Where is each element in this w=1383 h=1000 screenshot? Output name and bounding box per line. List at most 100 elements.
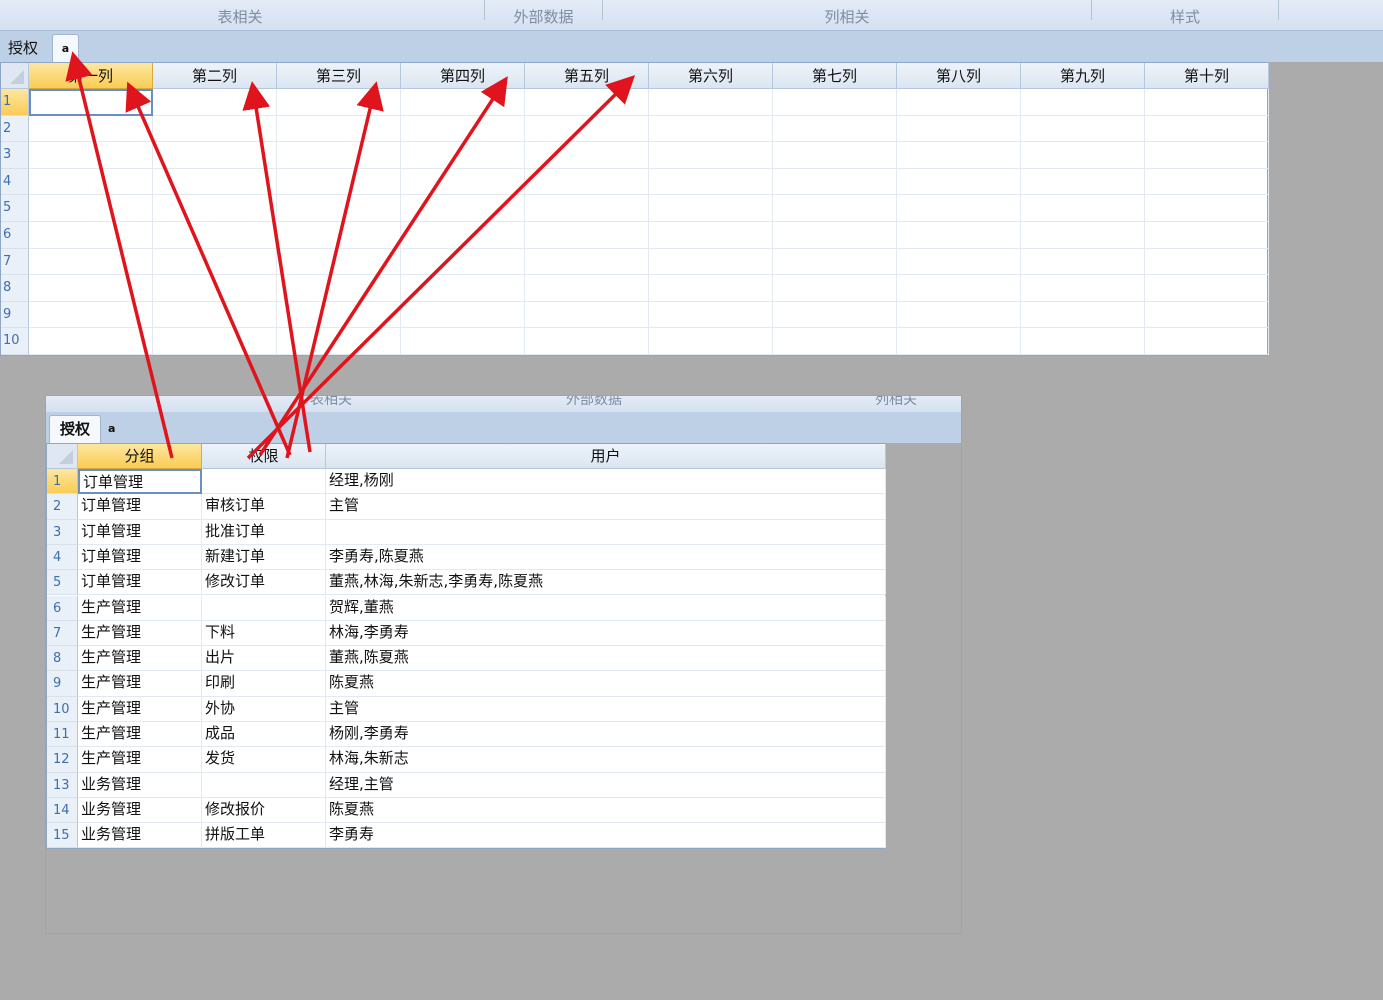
grid-cell[interactable]: [401, 222, 525, 249]
grid-cell[interactable]: [277, 89, 401, 116]
grid-cell[interactable]: [525, 328, 649, 355]
grid-cell[interactable]: [153, 328, 277, 355]
grid-cell[interactable]: [29, 222, 153, 249]
grid-cell[interactable]: [897, 142, 1021, 169]
grid-cell[interactable]: [649, 168, 773, 196]
grid-cell[interactable]: [897, 301, 1021, 329]
window2-tab-auth[interactable]: 授权: [49, 415, 101, 443]
row-header[interactable]: 9: [1, 301, 29, 329]
auth-row-header[interactable]: 10: [47, 696, 78, 722]
grid-cell[interactable]: [1021, 115, 1145, 143]
grid-cell[interactable]: [1021, 195, 1145, 222]
grid-cell[interactable]: [525, 248, 649, 276]
grid-cell[interactable]: [277, 115, 401, 143]
column-header[interactable]: 第四列: [401, 63, 525, 89]
window2-tab-a[interactable]: a: [108, 415, 115, 443]
grid-cell[interactable]: [773, 275, 897, 302]
auth-cell-group[interactable]: 生产管理: [78, 722, 202, 748]
grid-cell[interactable]: [1021, 168, 1145, 196]
auth-cell-group[interactable]: 生产管理: [78, 646, 202, 672]
auth-cell-group[interactable]: 生产管理: [78, 671, 202, 697]
grid-cell[interactable]: [401, 195, 525, 222]
grid-cell[interactable]: [1021, 328, 1145, 355]
grid-cell[interactable]: [649, 248, 773, 276]
auth-cell-users[interactable]: [326, 519, 886, 545]
auth-cell-perm[interactable]: 发货: [202, 747, 326, 773]
window2-ribbon-group-external-data[interactable]: 外部数据: [534, 396, 654, 412]
grid-cell[interactable]: [29, 115, 153, 143]
grid-cell[interactable]: [649, 195, 773, 222]
grid-cell[interactable]: [897, 195, 1021, 222]
auth-row-header[interactable]: 2: [47, 494, 78, 520]
grid-cell[interactable]: [897, 328, 1021, 355]
grid-cell[interactable]: [525, 89, 649, 116]
ribbon-group-table[interactable]: 表相关: [0, 0, 480, 31]
auth-cell-users[interactable]: 主管: [326, 696, 886, 722]
auth-cell-users[interactable]: 陈夏燕: [326, 671, 886, 697]
grid-cell[interactable]: [401, 328, 525, 355]
grid-cell[interactable]: [649, 142, 773, 169]
grid-cell[interactable]: [897, 275, 1021, 302]
grid-cell[interactable]: [525, 301, 649, 329]
auth-select-all-corner[interactable]: [47, 444, 78, 469]
grid-cell[interactable]: [649, 328, 773, 355]
grid-cell[interactable]: [897, 222, 1021, 249]
grid-cell[interactable]: [773, 301, 897, 329]
auth-row-header[interactable]: 12: [47, 747, 78, 773]
auth-cell-perm[interactable]: 新建订单: [202, 544, 326, 571]
auth-cell-group[interactable]: 订单管理: [78, 519, 202, 545]
grid-cell[interactable]: [897, 168, 1021, 196]
grid-cell[interactable]: [277, 195, 401, 222]
grid-cell[interactable]: [277, 275, 401, 302]
auth-cell-group[interactable]: 业务管理: [78, 823, 202, 849]
grid-cell[interactable]: [29, 195, 153, 222]
auth-cell-group[interactable]: 生产管理: [78, 595, 202, 621]
grid-cell[interactable]: [1021, 222, 1145, 249]
auth-cell-perm[interactable]: 修改订单: [202, 570, 326, 596]
grid-cell[interactable]: [1145, 275, 1269, 302]
grid-cell[interactable]: [1145, 195, 1269, 222]
grid-cell[interactable]: [525, 222, 649, 249]
auth-cell-users[interactable]: 李勇寿: [326, 823, 886, 849]
grid-cell[interactable]: [1145, 222, 1269, 249]
auth-cell-perm[interactable]: 外协: [202, 696, 326, 722]
grid-cell[interactable]: [897, 115, 1021, 143]
grid-cell[interactable]: [277, 222, 401, 249]
grid-cell[interactable]: [153, 195, 277, 222]
auth-row-header[interactable]: 1: [47, 469, 78, 495]
auth-column-header[interactable]: 用户: [326, 444, 886, 469]
grid-cell[interactable]: [153, 89, 277, 116]
auth-cell-perm[interactable]: [202, 772, 326, 798]
grid-cell[interactable]: [401, 89, 525, 116]
grid-cell[interactable]: [649, 115, 773, 143]
tab-auth[interactable]: 授权: [4, 34, 42, 62]
grid-cell[interactable]: [649, 89, 773, 116]
row-header[interactable]: 4: [1, 168, 29, 196]
auth-cell-perm[interactable]: [202, 595, 326, 621]
grid-cell[interactable]: [1145, 248, 1269, 276]
auth-cell-perm[interactable]: 出片: [202, 646, 326, 672]
auth-cell-users[interactable]: 林海,朱新志: [326, 747, 886, 773]
grid-cell[interactable]: [29, 142, 153, 169]
grid-cell[interactable]: [649, 301, 773, 329]
grid-cell[interactable]: [649, 275, 773, 302]
row-header[interactable]: 5: [1, 195, 29, 222]
auth-cell-group[interactable]: 生产管理: [78, 620, 202, 647]
grid-cell[interactable]: [29, 168, 153, 196]
grid-cell[interactable]: [277, 301, 401, 329]
column-header[interactable]: 第七列: [773, 63, 897, 89]
auth-row-header[interactable]: 4: [47, 544, 78, 571]
auth-cell-users[interactable]: 杨刚,李勇寿: [326, 722, 886, 748]
auth-cell-users[interactable]: 董燕,陈夏燕: [326, 646, 886, 672]
grid-cell[interactable]: [29, 301, 153, 329]
grid-cell[interactable]: [153, 275, 277, 302]
grid-cell[interactable]: [773, 89, 897, 116]
window2-ribbon-group-table[interactable]: 表相关: [216, 396, 446, 412]
row-header[interactable]: 7: [1, 248, 29, 276]
auth-row-header[interactable]: 13: [47, 772, 78, 798]
grid-cell[interactable]: [1145, 115, 1269, 143]
column-header[interactable]: 第十列: [1145, 63, 1269, 89]
column-header[interactable]: 第一列: [29, 63, 153, 89]
auth-cell-group[interactable]: 订单管理: [78, 494, 202, 520]
auth-cell-group[interactable]: 业务管理: [78, 797, 202, 824]
